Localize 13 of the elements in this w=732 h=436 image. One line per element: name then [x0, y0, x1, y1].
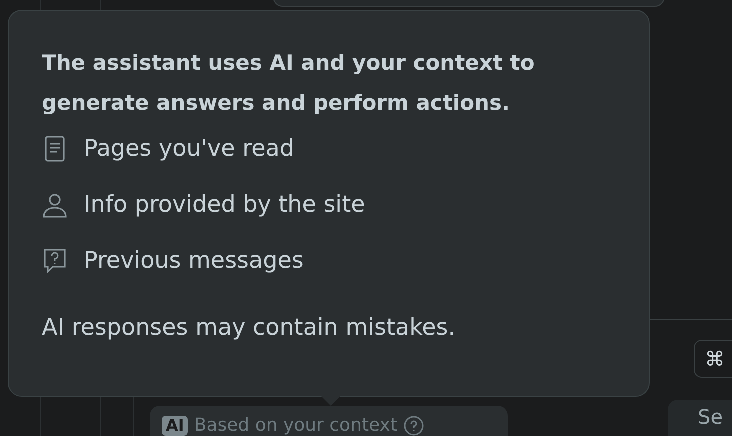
context-label: Based on your context — [194, 416, 398, 436]
shortcut-key: ⌘ — [694, 340, 732, 378]
ai-tag: AI — [162, 416, 188, 436]
context-source-label: Previous messages — [84, 246, 304, 276]
help-icon — [404, 416, 424, 436]
send-button[interactable]: Se — [668, 400, 732, 436]
context-source-label: Pages you've read — [84, 134, 294, 164]
document-icon — [42, 135, 68, 163]
disclaimer-text: AI responses may contain mistakes. — [42, 314, 457, 343]
question-bubble-icon — [42, 247, 68, 275]
context-source-label: Info provided by the site — [84, 190, 366, 220]
person-icon — [42, 191, 68, 219]
tooltip-heading: The assistant uses AI and your context to generate answers and perform actions. — [42, 50, 536, 117]
